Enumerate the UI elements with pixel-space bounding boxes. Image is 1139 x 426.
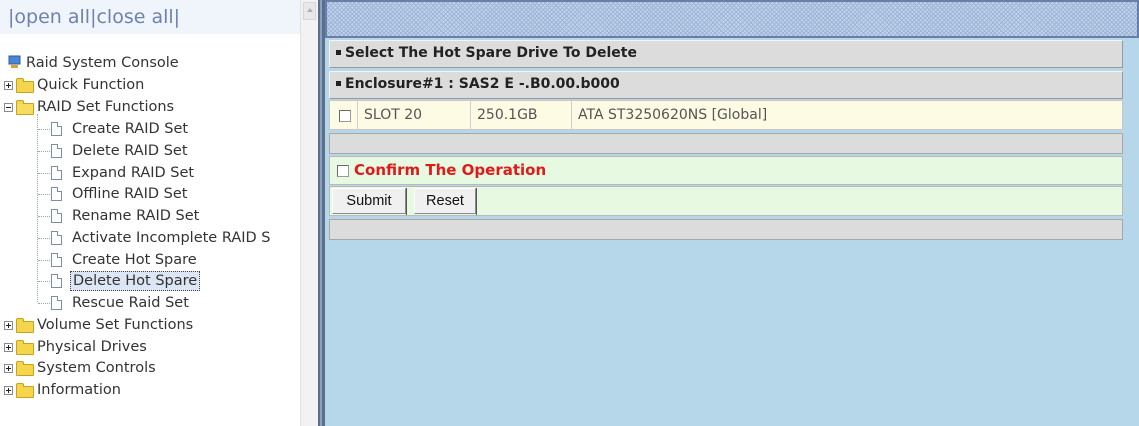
folder-icon [16, 78, 34, 93]
bullet-icon [336, 49, 341, 55]
content-frame: Select The Hot Spare Drive To Delete Enc… [325, 0, 1139, 426]
tree-item-physical-drives[interactable]: Physical Drives [0, 336, 147, 358]
close-all-link[interactable]: close all [96, 6, 173, 28]
document-icon [51, 253, 62, 267]
open-all-link[interactable]: open all [14, 6, 90, 28]
confirm-label: Confirm The Operation [354, 161, 547, 179]
tree-item-label: Create Hot Spare [72, 252, 197, 268]
tree-item-label: Create RAID Set [72, 121, 189, 137]
tree-item-label: Volume Set Functions [37, 317, 194, 333]
tree-item-label: System Controls [37, 360, 156, 376]
expand-plus-icon[interactable] [4, 81, 13, 90]
tree-item-label: Expand RAID Set [72, 165, 195, 181]
document-icon [51, 187, 62, 201]
tree-item-information[interactable]: Information [0, 379, 121, 401]
frame-divider[interactable] [318, 0, 325, 426]
console-icon [8, 55, 21, 68]
tree-item-expand-raid-set[interactable]: Expand RAID Set [0, 162, 194, 184]
tree-item-system-controls[interactable]: System Controls [0, 357, 156, 379]
document-icon [51, 296, 62, 310]
tree-item-volume-set-functions[interactable]: Volume Set Functions [0, 314, 193, 336]
tree-item-label: Quick Function [37, 77, 145, 93]
expand-plus-icon[interactable] [4, 364, 13, 373]
tree-item-label: RAID Set Functions [37, 99, 175, 115]
navigation-tree: Raid System Console Quick Function RAID … [0, 0, 300, 426]
footer-row [329, 219, 1123, 240]
tree-item-label: Rescue Raid Set [72, 295, 189, 311]
tree-item-label: Delete RAID Set [72, 143, 188, 159]
folder-icon [16, 361, 34, 376]
enclosure-title: Enclosure#1 : SAS2 E -.B0.00.b000 [345, 76, 620, 92]
open-folder-icon [16, 100, 34, 115]
section-header: Select The Hot Spare Drive To Delete [329, 40, 1123, 68]
collapse-minus-icon[interactable] [4, 103, 13, 112]
spacer-row [329, 133, 1123, 154]
tree-item-delete-hot-spare[interactable]: Delete Hot Spare [0, 270, 201, 292]
table-row: SLOT 20 250.1GB ATA ST3250620NS [Global] [329, 100, 1123, 130]
tree-item-create-raid-set[interactable]: Create RAID Set [0, 118, 188, 140]
tree-toolbar: |open all|close all| [0, 0, 300, 34]
tree-root-label: Raid System Console [26, 55, 179, 71]
document-icon [51, 122, 62, 136]
tree-item-quick-function[interactable]: Quick Function [0, 74, 144, 96]
bullet-icon [336, 80, 341, 86]
expand-plus-icon[interactable] [4, 386, 13, 395]
tree-item-create-hot-spare[interactable]: Create Hot Spare [0, 249, 197, 271]
folder-icon [16, 340, 34, 355]
tree-item-label: Physical Drives [37, 339, 147, 355]
tree-item-label: Rename RAID Set [72, 208, 200, 224]
expand-plus-icon[interactable] [4, 343, 13, 352]
expand-plus-icon[interactable] [4, 321, 13, 330]
section-title: Select The Hot Spare Drive To Delete [345, 45, 637, 61]
tree-root[interactable]: Raid System Console [8, 52, 179, 74]
document-icon [51, 166, 62, 180]
scroll-up-arrow-icon[interactable] [303, 2, 316, 20]
document-icon [51, 274, 62, 288]
document-icon [51, 209, 62, 223]
tree-item-label: Offline RAID Set [72, 186, 188, 202]
document-icon [51, 231, 62, 245]
separator: | [173, 6, 181, 28]
confirm-row: Confirm The Operation [329, 156, 1123, 185]
button-row: Submit Reset [329, 186, 1123, 216]
tree-item-raid-set-functions[interactable]: RAID Set Functions [0, 96, 174, 118]
tree-item-label: Delete Hot Spare [70, 271, 201, 291]
tree-item-offline-raid-set[interactable]: Offline RAID Set [0, 183, 187, 205]
tree-item-activate-incomplete-raid-set[interactable]: Activate Incomplete RAID S [0, 227, 271, 249]
left-scrollbar[interactable] [300, 0, 318, 426]
content-top-banner [325, 0, 1139, 38]
tree-item-label: Activate Incomplete RAID S [72, 230, 271, 246]
capacity-cell: 250.1GB [470, 101, 571, 129]
folder-icon [16, 383, 34, 398]
drive-checkbox[interactable] [339, 110, 351, 122]
model-cell: ATA ST3250620NS [Global] [571, 101, 1122, 129]
tree-item-rescue-raid-set[interactable]: Rescue Raid Set [0, 292, 189, 314]
tree-item-delete-raid-set[interactable]: Delete RAID Set [0, 140, 188, 162]
document-icon [51, 144, 62, 158]
submit-button[interactable]: Submit [332, 188, 407, 215]
tree-item-rename-raid-set[interactable]: Rename RAID Set [0, 205, 199, 227]
tree-item-label: Information [37, 382, 121, 398]
confirm-checkbox[interactable] [337, 165, 349, 177]
enclosure-header: Enclosure#1 : SAS2 E -.B0.00.b000 [329, 71, 1123, 99]
reset-button[interactable]: Reset [414, 188, 477, 215]
navigation-frame: Raid System Console Quick Function RAID … [0, 0, 318, 426]
folder-icon [16, 318, 34, 333]
slot-cell: SLOT 20 [357, 101, 470, 129]
